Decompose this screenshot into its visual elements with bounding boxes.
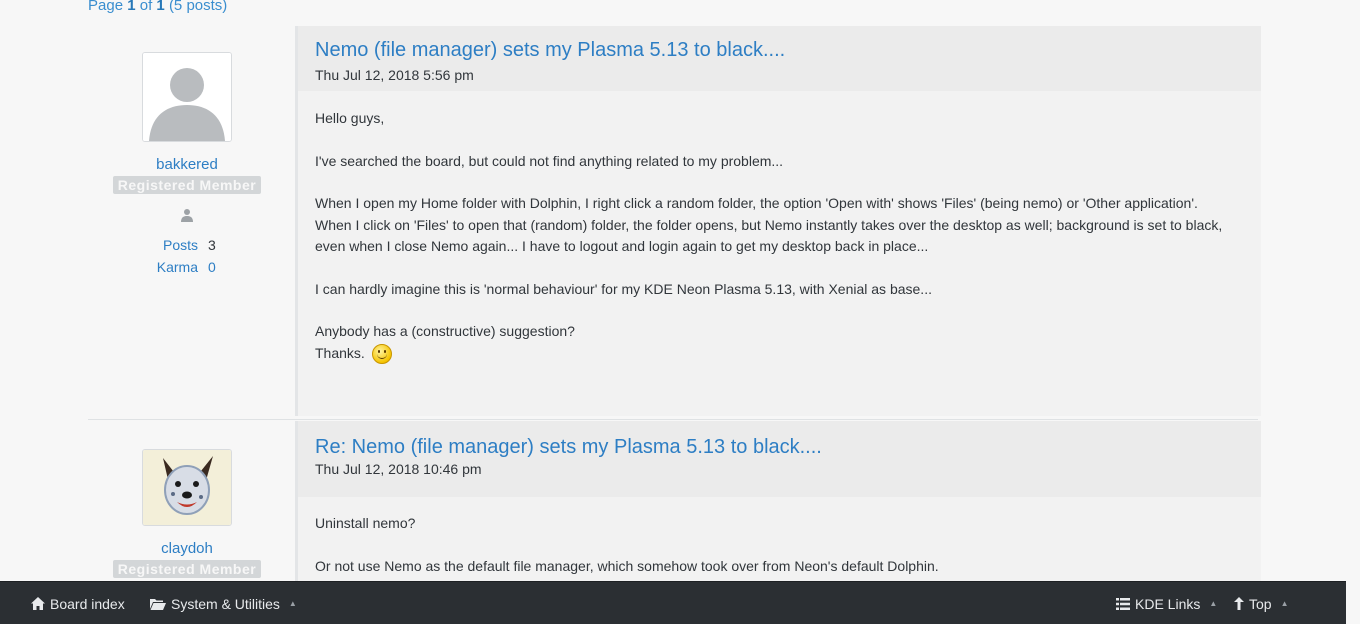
rank-badge: Registered Member — [112, 176, 262, 194]
post-date: Thu Jul 12, 2018 10:46 pm — [315, 461, 482, 477]
post-content: Uninstall nemo? Or not use Nemo as the d… — [298, 497, 1261, 577]
scrollbar-gutter — [1346, 0, 1360, 624]
post-title-link[interactable]: Nemo (file manager) sets my Plasma 5.13 … — [315, 36, 1244, 64]
caret-up-icon: ▲ — [288, 599, 297, 608]
post-date: Thu Jul 12, 2018 5:56 pm — [315, 67, 474, 83]
system-utilities-label: System & Utilities — [171, 595, 280, 612]
user-stats: Posts 3 Karma 0 — [88, 234, 286, 278]
post-profile: bakkered Registered Member Posts 3 Karma… — [88, 26, 286, 278]
caret-up-icon: ▲ — [1280, 599, 1289, 608]
kde-links-dropdown[interactable]: KDE Links ▲ — [1116, 582, 1217, 624]
rank-badge: Registered Member — [112, 560, 262, 578]
topic-page: Page 1 of 1 (5 posts) bakkered Registere… — [0, 0, 1360, 624]
post-paragraph: Or not use Nemo as the default file mana… — [315, 557, 939, 574]
post-title-link[interactable]: Re: Nemo (file manager) sets my Plasma 5… — [315, 433, 1244, 461]
posts-count: (5 posts) — [168, 0, 228, 14]
list-icon — [1116, 597, 1130, 610]
kde-links-label: KDE Links — [1135, 595, 1201, 612]
avatar[interactable] — [142, 449, 232, 526]
smiley-icon — [371, 343, 392, 364]
post-profile: claydoh Registered Member — [88, 421, 286, 579]
post-paragraph: Hello guys, — [315, 110, 385, 126]
home-icon — [31, 597, 45, 610]
avatar[interactable] — [142, 52, 232, 142]
pagination: Page 1 of 1 (5 posts) — [88, 0, 227, 14]
folder-open-icon — [150, 598, 166, 610]
user-icon[interactable] — [88, 208, 286, 224]
footer-navbar: Board index System & Utilities ▲ KDE Lin… — [0, 581, 1346, 624]
posts-stat-value: 3 — [208, 237, 216, 253]
back-to-top-link[interactable]: Top ▲ — [1234, 582, 1289, 624]
post-paragraph: I can hardly imagine this is 'normal beh… — [315, 280, 932, 297]
post: bakkered Registered Member Posts 3 Karma… — [88, 26, 1261, 416]
system-utilities-dropdown[interactable]: System & Utilities ▲ — [150, 582, 297, 624]
board-index-link[interactable]: Board index — [31, 582, 125, 624]
karma-stat-label: Karma — [156, 259, 198, 275]
arrow-up-icon — [1234, 597, 1244, 610]
post-paragraph: Anybody has a (constructive) suggestion? — [315, 323, 575, 339]
username-link[interactable]: claydoh — [88, 540, 286, 557]
page-label: Page — [88, 0, 124, 14]
post-content: Hello guys, I've searched the board, but… — [298, 91, 1261, 364]
post-paragraph-thanks: Thanks. — [315, 343, 1244, 365]
post-header: Nemo (file manager) sets my Plasma 5.13 … — [298, 26, 1261, 91]
page-total: 1 — [156, 0, 165, 14]
post-body: Nemo (file manager) sets my Plasma 5.13 … — [295, 26, 1261, 416]
karma-stat-value[interactable]: 0 — [208, 256, 220, 278]
caret-up-icon: ▲ — [1209, 599, 1218, 608]
post-paragraph: When I open my Home folder with Dolphin,… — [315, 195, 1198, 211]
post-thanks-text: Thanks. — [315, 344, 365, 361]
page-of-label: of — [139, 0, 153, 14]
post-header: Re: Nemo (file manager) sets my Plasma 5… — [298, 421, 1261, 497]
username-link[interactable]: bakkered — [88, 156, 286, 173]
page-current: 1 — [127, 0, 136, 14]
board-index-label: Board index — [50, 595, 125, 612]
post-paragraph: Uninstall nemo? — [315, 515, 416, 531]
post-paragraph: I've searched the board, but could not f… — [315, 152, 784, 169]
dog-avatar-icon — [143, 450, 231, 525]
post-divider — [88, 419, 1258, 420]
default-avatar-icon — [143, 53, 231, 141]
posts-stat-label[interactable]: Posts — [154, 234, 198, 256]
top-label: Top — [1249, 595, 1272, 612]
post-paragraph: When I click on 'Files' to open that (ra… — [315, 216, 1223, 255]
